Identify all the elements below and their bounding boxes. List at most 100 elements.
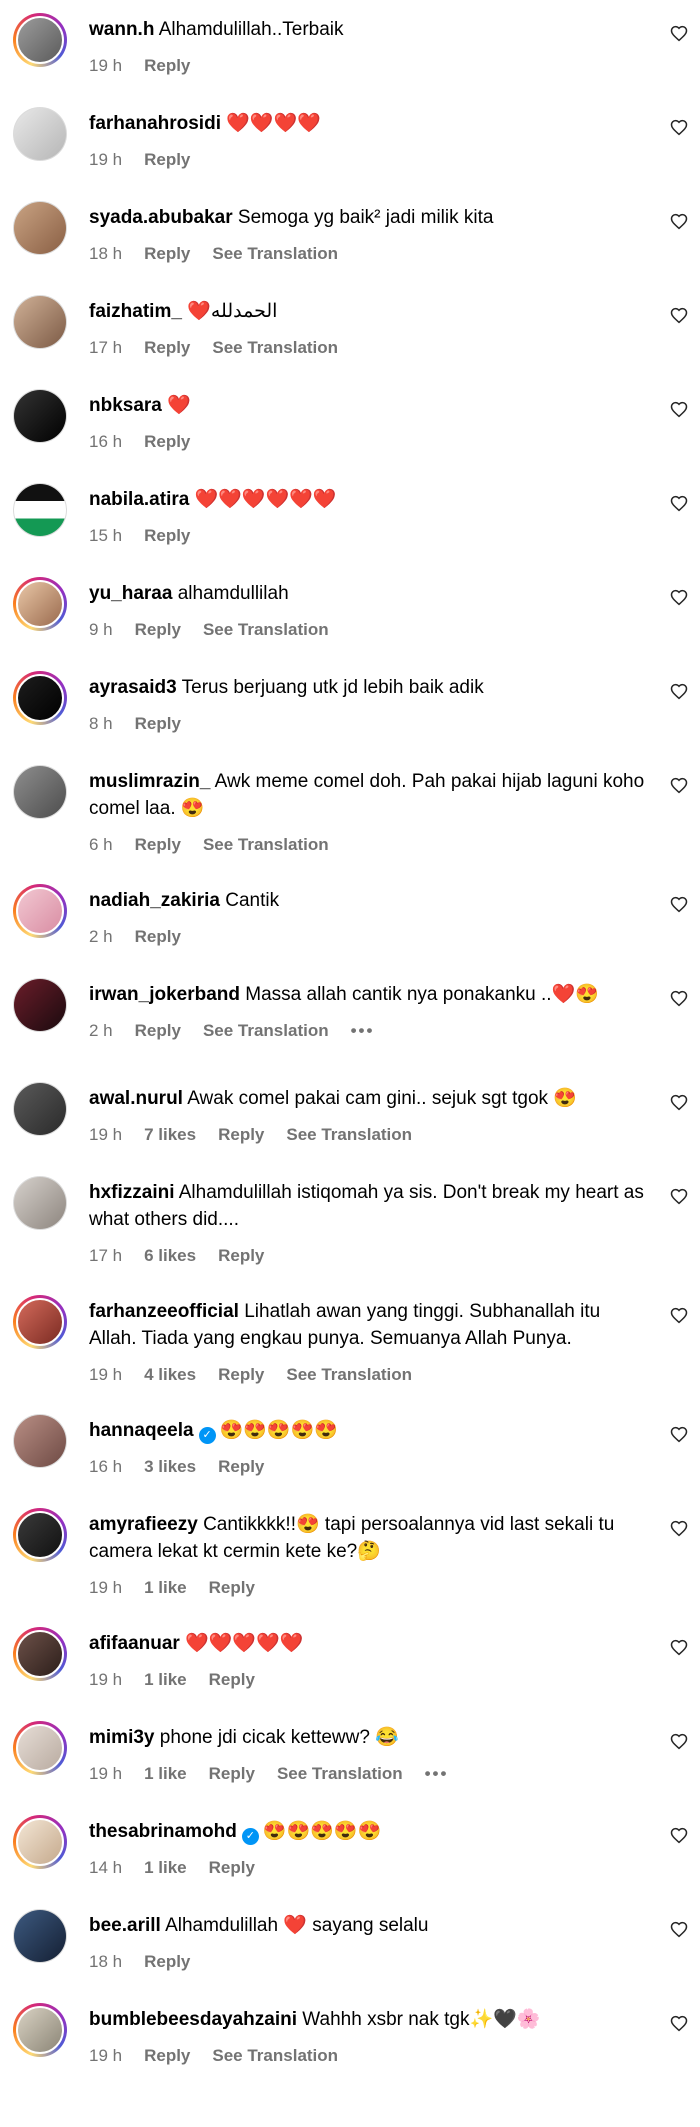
see-translation-button[interactable]: See Translation — [286, 1125, 412, 1144]
avatar-ring[interactable] — [13, 1627, 67, 1681]
username[interactable]: amyrafieezy — [89, 1514, 198, 1535]
avatar[interactable] — [14, 1910, 66, 1962]
avatar[interactable] — [14, 1177, 66, 1229]
avatar[interactable] — [16, 1511, 64, 1559]
comment-likes[interactable]: 1 like — [144, 1764, 187, 1783]
like-button[interactable] — [670, 1426, 688, 1444]
comment-time[interactable]: 9 h — [89, 620, 113, 639]
comment-time[interactable]: 19 h — [89, 1764, 122, 1783]
avatar[interactable] — [16, 1724, 64, 1772]
avatar-ring[interactable] — [13, 389, 67, 443]
reply-button[interactable]: Reply — [209, 1578, 255, 1597]
username[interactable]: ayrasaid3 — [89, 677, 177, 698]
username[interactable]: wann.h — [89, 19, 154, 40]
reply-button[interactable]: Reply — [144, 150, 190, 169]
reply-button[interactable]: Reply — [135, 1021, 181, 1040]
username[interactable]: yu_haraa — [89, 583, 172, 604]
comment-likes[interactable]: 1 like — [144, 1670, 187, 1689]
comment-time[interactable]: 17 h — [89, 338, 122, 357]
like-button[interactable] — [670, 683, 688, 701]
comment-time[interactable]: 19 h — [89, 150, 122, 169]
username[interactable]: hxfizzaini — [89, 1182, 175, 1203]
username[interactable]: farhanahrosidi — [89, 113, 221, 134]
avatar-ring[interactable] — [13, 2003, 67, 2057]
comment-likes[interactable]: 6 likes — [144, 1246, 196, 1265]
comment-time[interactable]: 18 h — [89, 1952, 122, 1971]
like-button[interactable] — [670, 990, 688, 1008]
comment-likes[interactable]: 1 like — [144, 1858, 187, 1877]
comment-time[interactable]: 16 h — [89, 1457, 122, 1476]
reply-button[interactable]: Reply — [144, 56, 190, 75]
reply-button[interactable]: Reply — [144, 2046, 190, 2065]
reply-button[interactable]: Reply — [135, 714, 181, 733]
avatar-ring[interactable] — [13, 1909, 67, 1963]
avatar-ring[interactable] — [13, 1295, 67, 1349]
like-button[interactable] — [670, 589, 688, 607]
comment-likes[interactable]: 4 likes — [144, 1365, 196, 1384]
like-button[interactable] — [670, 1639, 688, 1657]
avatar[interactable] — [16, 1630, 64, 1678]
avatar-ring[interactable] — [13, 295, 67, 349]
comment-time[interactable]: 6 h — [89, 835, 113, 854]
comment-time[interactable]: 19 h — [89, 1125, 122, 1144]
see-translation-button[interactable]: See Translation — [203, 1021, 329, 1040]
like-button[interactable] — [670, 1827, 688, 1845]
comment-time[interactable]: 19 h — [89, 56, 122, 75]
like-button[interactable] — [670, 213, 688, 231]
comment-likes[interactable]: 7 likes — [144, 1125, 196, 1144]
reply-button[interactable]: Reply — [209, 1764, 255, 1783]
see-translation-button[interactable]: See Translation — [212, 338, 338, 357]
reply-button[interactable]: Reply — [144, 1952, 190, 1971]
username[interactable]: thesabrinamohd — [89, 1821, 237, 1842]
reply-button[interactable]: Reply — [135, 927, 181, 946]
reply-button[interactable]: Reply — [218, 1125, 264, 1144]
avatar-ring[interactable] — [13, 1414, 67, 1468]
like-button[interactable] — [670, 2015, 688, 2033]
username[interactable]: nabila.atira — [89, 489, 189, 510]
reply-button[interactable]: Reply — [218, 1246, 264, 1265]
reply-button[interactable]: Reply — [144, 244, 190, 263]
like-button[interactable] — [670, 1307, 688, 1325]
comment-time[interactable]: 18 h — [89, 244, 122, 263]
avatar[interactable] — [14, 484, 66, 536]
username[interactable]: mimi3y — [89, 1727, 154, 1748]
avatar-ring[interactable] — [13, 107, 67, 161]
see-translation-button[interactable]: See Translation — [212, 2046, 338, 2065]
reply-button[interactable]: Reply — [144, 432, 190, 451]
avatar-ring[interactable] — [13, 1815, 67, 1869]
avatar[interactable] — [14, 979, 66, 1031]
comment-time[interactable]: 19 h — [89, 1670, 122, 1689]
avatar[interactable] — [14, 202, 66, 254]
avatar-ring[interactable] — [13, 483, 67, 537]
comment-likes[interactable]: 3 likes — [144, 1457, 196, 1476]
username[interactable]: irwan_jokerband — [89, 984, 240, 1005]
avatar-ring[interactable] — [13, 884, 67, 938]
avatar-ring[interactable] — [13, 1508, 67, 1562]
avatar[interactable] — [16, 2006, 64, 2054]
like-button[interactable] — [670, 307, 688, 325]
username[interactable]: nadiah_zakiria — [89, 890, 220, 911]
like-button[interactable] — [670, 1094, 688, 1112]
avatar-ring[interactable] — [13, 765, 67, 819]
avatar[interactable] — [14, 766, 66, 818]
see-translation-button[interactable]: See Translation — [277, 1764, 403, 1783]
username[interactable]: bee.arill — [89, 1915, 161, 1936]
username[interactable]: muslimrazin_ — [89, 771, 210, 792]
comment-time[interactable]: 2 h — [89, 927, 113, 946]
like-button[interactable] — [670, 495, 688, 513]
comment-time[interactable]: 15 h — [89, 526, 122, 545]
see-translation-button[interactable]: See Translation — [286, 1365, 412, 1384]
username[interactable]: syada.abubakar — [89, 207, 233, 228]
like-button[interactable] — [670, 1733, 688, 1751]
more-options-icon[interactable]: ••• — [351, 1021, 375, 1040]
username[interactable]: nbksara — [89, 395, 162, 416]
username[interactable]: awal.nurul — [89, 1088, 183, 1109]
avatar-ring[interactable] — [13, 1721, 67, 1775]
like-button[interactable] — [670, 401, 688, 419]
comment-time[interactable]: 17 h — [89, 1246, 122, 1265]
comment-time[interactable]: 19 h — [89, 2046, 122, 2065]
avatar[interactable] — [16, 1818, 64, 1866]
like-button[interactable] — [670, 119, 688, 137]
comment-time[interactable]: 16 h — [89, 432, 122, 451]
comment-time[interactable]: 2 h — [89, 1021, 113, 1040]
